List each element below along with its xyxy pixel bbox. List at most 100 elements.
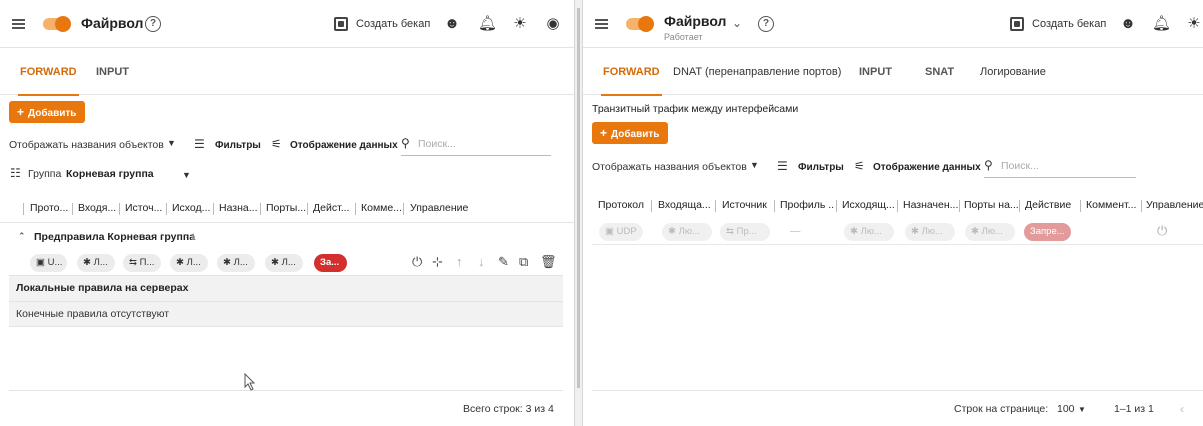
search-field[interactable]: ⚲ Поиск...: [401, 136, 551, 156]
add-rule-button[interactable]: + Добавить: [592, 122, 668, 144]
backup-icon[interactable]: [334, 17, 348, 31]
sliders-icon[interactable]: ⚟: [271, 137, 282, 151]
add-rule-label: Добавить: [611, 129, 660, 140]
edit-icon[interactable]: ✎: [498, 254, 509, 270]
account-icon[interactable]: ◉: [544, 15, 562, 33]
col-outgoing[interactable]: Исход...: [172, 202, 212, 214]
create-backup-button[interactable]: Создать бекап: [356, 18, 430, 30]
source-chip[interactable]: ⇆ Пр...: [720, 223, 770, 241]
tab-logging[interactable]: Логирование: [980, 49, 1046, 95]
filter-icon[interactable]: ☰: [194, 137, 205, 151]
col-protocol[interactable]: Протокол: [598, 199, 648, 211]
mouse-cursor-icon: [244, 373, 256, 391]
menu-icon[interactable]: [595, 19, 608, 29]
col-destination[interactable]: Назначен...: [903, 199, 958, 211]
protocol-chip[interactable]: ▣ UDP: [599, 223, 643, 241]
move-down-icon[interactable]: ↓: [478, 254, 485, 269]
col-action[interactable]: Действие: [1025, 199, 1080, 211]
tab-snat[interactable]: SNAT: [925, 49, 954, 95]
sliders-icon[interactable]: ⚟: [854, 159, 865, 173]
sun-icon[interactable]: ☀︎: [511, 15, 529, 33]
insert-row-icon[interactable]: ⊹: [432, 254, 443, 270]
display-names-dropdown[interactable]: Отображать названия объектов: [9, 139, 164, 151]
backup-icon[interactable]: [1010, 17, 1024, 31]
help-icon[interactable]: ?: [758, 16, 774, 32]
bell-icon[interactable]: 🔔︎: [478, 15, 497, 33]
search-field[interactable]: ⚲ Поиск...: [984, 158, 1136, 178]
plus-icon: +: [600, 126, 608, 140]
tab-input[interactable]: INPUT: [859, 49, 892, 95]
collapse-chevron-icon[interactable]: ⌃: [18, 231, 26, 242]
incoming-chip[interactable]: ✱ Лю...: [662, 223, 712, 241]
outgoing-chip[interactable]: ✱ Лю...: [844, 223, 894, 241]
col-ports[interactable]: Порты на...: [964, 199, 1019, 211]
filters-button[interactable]: Фильтры: [215, 140, 261, 151]
outgoing-chip[interactable]: ✱ Л...: [170, 254, 208, 272]
col-destination[interactable]: Назна...: [219, 202, 259, 214]
tab-input[interactable]: INPUT: [96, 49, 129, 95]
firewall-toggle[interactable]: [626, 16, 654, 32]
bell-icon[interactable]: 🔔︎: [1152, 15, 1171, 33]
rows-per-page-chevron-icon[interactable]: ▼: [1078, 405, 1086, 414]
tab-forward[interactable]: FORWARD: [18, 49, 79, 96]
data-display-button[interactable]: Отображение данных: [290, 140, 398, 151]
col-protocol[interactable]: Прото...: [30, 202, 70, 214]
group-select[interactable]: Корневая группа: [66, 168, 154, 180]
duplicate-icon[interactable]: ⧉: [519, 254, 528, 270]
pane-divider[interactable]: [574, 0, 583, 426]
col-ports[interactable]: Порты...: [266, 202, 306, 214]
data-display-button[interactable]: Отображение данных: [873, 162, 981, 173]
col-management[interactable]: Управление: [410, 202, 480, 214]
col-action[interactable]: Дейст...: [313, 202, 353, 214]
group-chevron-down-icon[interactable]: ▼: [182, 170, 191, 180]
ports-chip[interactable]: ✱ Л...: [265, 254, 303, 272]
column-separator: [260, 203, 261, 215]
prev-page-icon[interactable]: ‹: [1180, 402, 1184, 416]
menu-icon[interactable]: [12, 19, 25, 29]
col-source[interactable]: Источ...: [125, 202, 165, 214]
col-comment[interactable]: Коммент...: [1086, 199, 1141, 211]
chevron-down-icon[interactable]: ▼: [750, 160, 759, 170]
protocol-chip[interactable]: ▣ U...: [30, 254, 67, 272]
incoming-chip[interactable]: ✱ Л...: [77, 254, 115, 272]
scrollbar-thumb[interactable]: [577, 8, 580, 388]
move-up-icon[interactable]: ↑: [456, 254, 463, 269]
action-chip[interactable]: Запре...: [1024, 223, 1071, 241]
col-profile[interactable]: Профиль ...: [780, 199, 835, 211]
theme-mascot-icon[interactable]: ☻: [1119, 15, 1137, 33]
ports-chip[interactable]: ✱ Лю...: [965, 223, 1015, 241]
destination-chip[interactable]: ✱ Л...: [217, 254, 255, 272]
tab-dnat[interactable]: DNAT (перенаправление портов): [673, 49, 841, 95]
filter-icon[interactable]: ☰: [777, 159, 788, 173]
col-comment[interactable]: Комме...: [361, 202, 401, 214]
power-icon[interactable]: ⏻: [412, 254, 422, 270]
chevron-down-icon[interactable]: ⌄: [732, 16, 742, 30]
col-outgoing[interactable]: Исходящ...: [842, 199, 897, 211]
theme-mascot-icon[interactable]: ☻: [443, 15, 461, 33]
search-input[interactable]: Поиск...: [418, 138, 456, 150]
action-chip[interactable]: За...: [314, 254, 347, 272]
table-row[interactable]: ▣ UDP ✱ Лю... ⇆ Пр... — ✱ Лю... ✱ Лю... …: [592, 220, 1203, 245]
destination-chip[interactable]: ✱ Лю...: [905, 223, 955, 241]
add-rule-button[interactable]: + Добавить: [9, 101, 85, 123]
rows-per-page-select[interactable]: 100: [1057, 403, 1075, 415]
col-source[interactable]: Источник: [722, 199, 774, 211]
col-management[interactable]: Управление: [1146, 199, 1203, 211]
chevron-down-icon[interactable]: ▼: [167, 138, 176, 148]
power-icon[interactable]: ⏻: [1157, 223, 1167, 239]
col-incoming[interactable]: Входя...: [78, 202, 118, 214]
firewall-toggle[interactable]: [43, 16, 71, 32]
table-row[interactable]: ▣ U... ✱ Л... ⇆ П... ✱ Л... ✱ Л... ✱ Л..…: [9, 251, 563, 275]
source-chip[interactable]: ⇆ П...: [123, 254, 161, 272]
add-rule-label: Добавить: [28, 108, 77, 119]
delete-icon[interactable]: 🗑︎: [540, 254, 557, 270]
col-incoming[interactable]: Входяща...: [658, 199, 713, 211]
group-label: Группа: [28, 168, 62, 180]
create-backup-button[interactable]: Создать бекап: [1032, 18, 1106, 30]
display-names-dropdown[interactable]: Отображать названия объектов: [592, 161, 747, 173]
search-input[interactable]: Поиск...: [1001, 160, 1039, 172]
tab-forward[interactable]: FORWARD: [601, 49, 662, 96]
filters-button[interactable]: Фильтры: [798, 162, 844, 173]
sun-icon[interactable]: ☀︎: [1185, 15, 1203, 33]
help-icon[interactable]: ?: [145, 16, 161, 32]
